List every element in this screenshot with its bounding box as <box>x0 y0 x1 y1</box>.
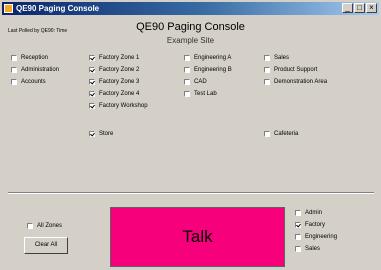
checkbox-box[interactable] <box>264 79 270 85</box>
title-bar[interactable]: QE90 Paging Console _ □ × <box>2 2 379 15</box>
window-controls: _ □ × <box>342 3 377 13</box>
zone-checkbox-factory-zone-3[interactable]: Factory Zone 3 <box>89 77 139 87</box>
group-checkbox-factory[interactable]: Factory <box>295 220 325 230</box>
zone-label: Factory Zone 2 <box>99 67 140 73</box>
checkbox-box[interactable] <box>27 223 33 229</box>
zone-checkbox-accounts[interactable]: Accounts <box>11 77 46 87</box>
group-label: Admin <box>305 210 323 216</box>
zone-label: Sales <box>274 55 290 61</box>
window-title: QE90 Paging Console <box>16 4 100 13</box>
all-zones-checkbox[interactable]: All Zones <box>27 221 62 231</box>
checkbox-box[interactable] <box>11 79 17 85</box>
zone-label: Factory Zone 4 <box>99 91 140 97</box>
zone-checkbox-product-support[interactable]: Product Support <box>264 65 317 75</box>
zone-checkbox-factory-zone-1[interactable]: Factory Zone 1 <box>89 53 139 63</box>
zone-label: Accounts <box>21 79 46 85</box>
checkbox-box[interactable] <box>89 91 95 97</box>
zone-checkbox-engineering-b[interactable]: Engineering B <box>184 65 232 75</box>
group-checkbox-sales[interactable]: Sales <box>295 244 320 254</box>
zone-checkbox-store[interactable]: Store <box>89 129 113 139</box>
checkbox-box[interactable] <box>264 55 270 61</box>
minimize-button[interactable]: _ <box>342 3 353 13</box>
checkbox-box[interactable] <box>89 55 95 61</box>
group-label: Factory <box>305 222 326 228</box>
checkbox-box[interactable] <box>11 67 17 73</box>
checkbox-box[interactable] <box>184 79 190 85</box>
checkbox-box[interactable] <box>295 246 301 252</box>
group-label: Engineering <box>305 234 338 240</box>
close-button[interactable]: × <box>366 3 377 13</box>
zone-label: Factory Workshop <box>99 103 148 109</box>
group-label: Sales <box>305 246 321 252</box>
zone-checkbox-cafeteria[interactable]: Cafeteria <box>264 129 298 139</box>
site-name: Example Site <box>166 36 215 45</box>
checkbox-box[interactable] <box>184 67 190 73</box>
paging-console-window: QE90 Paging Console _ □ × Last Polled by… <box>0 0 381 270</box>
zone-checkbox-engineering-a[interactable]: Engineering A <box>184 53 231 63</box>
zone-label: Factory Zone 1 <box>99 55 140 61</box>
zone-label: Engineering A <box>194 55 232 61</box>
zone-checkbox-factory-workshop[interactable]: Factory Workshop <box>89 101 148 111</box>
checkbox-box[interactable] <box>264 67 270 73</box>
zone-label: Engineering B <box>194 67 232 73</box>
checkbox-box[interactable] <box>264 131 270 137</box>
zone-label: Cafeteria <box>274 131 299 137</box>
zone-label: Test Lab <box>194 91 217 97</box>
zone-label: Store <box>99 131 114 137</box>
checkbox-box[interactable] <box>184 91 190 97</box>
group-checkbox-engineering[interactable]: Engineering <box>295 232 337 242</box>
zone-checkbox-factory-zone-4[interactable]: Factory Zone 4 <box>89 89 139 99</box>
checkbox-box[interactable] <box>295 222 301 228</box>
zone-label: Product Support <box>274 67 318 73</box>
checkbox-box[interactable] <box>89 103 95 109</box>
zone-checkbox-sales[interactable]: Sales <box>264 53 289 63</box>
zone-label: CAD <box>194 79 207 85</box>
checkbox-box[interactable] <box>184 55 190 61</box>
checkbox-box[interactable] <box>89 79 95 85</box>
page-title: QE90 Paging Console <box>136 21 245 33</box>
checkbox-box[interactable] <box>89 67 95 73</box>
app-icon <box>4 4 13 13</box>
checkbox-box[interactable] <box>89 131 95 137</box>
divider <box>8 192 374 194</box>
group-checkbox-admin[interactable]: Admin <box>295 208 322 218</box>
maximize-button[interactable]: □ <box>354 3 365 13</box>
zone-label: Administration <box>21 67 60 73</box>
clear-all-button[interactable]: Clear All <box>24 237 68 254</box>
talk-button[interactable]: Talk <box>110 207 285 267</box>
zone-checkbox-reception[interactable]: Reception <box>11 53 48 63</box>
zone-checkbox-cad[interactable]: CAD <box>184 77 207 87</box>
zone-label: Demonstration Area <box>274 79 328 85</box>
checkbox-box[interactable] <box>11 55 17 61</box>
zone-checkbox-administration[interactable]: Administration <box>11 65 59 75</box>
zone-checkbox-demonstration-area[interactable]: Demonstration Area <box>264 77 327 87</box>
all-zones-label: All Zones <box>37 223 63 229</box>
checkbox-box[interactable] <box>295 234 301 240</box>
zone-label: Factory Zone 3 <box>99 79 140 85</box>
zone-checkbox-test-lab[interactable]: Test Lab <box>184 89 217 99</box>
checkbox-box[interactable] <box>295 210 301 216</box>
zone-checkbox-factory-zone-2[interactable]: Factory Zone 2 <box>89 65 139 75</box>
zone-label: Reception <box>21 55 49 61</box>
